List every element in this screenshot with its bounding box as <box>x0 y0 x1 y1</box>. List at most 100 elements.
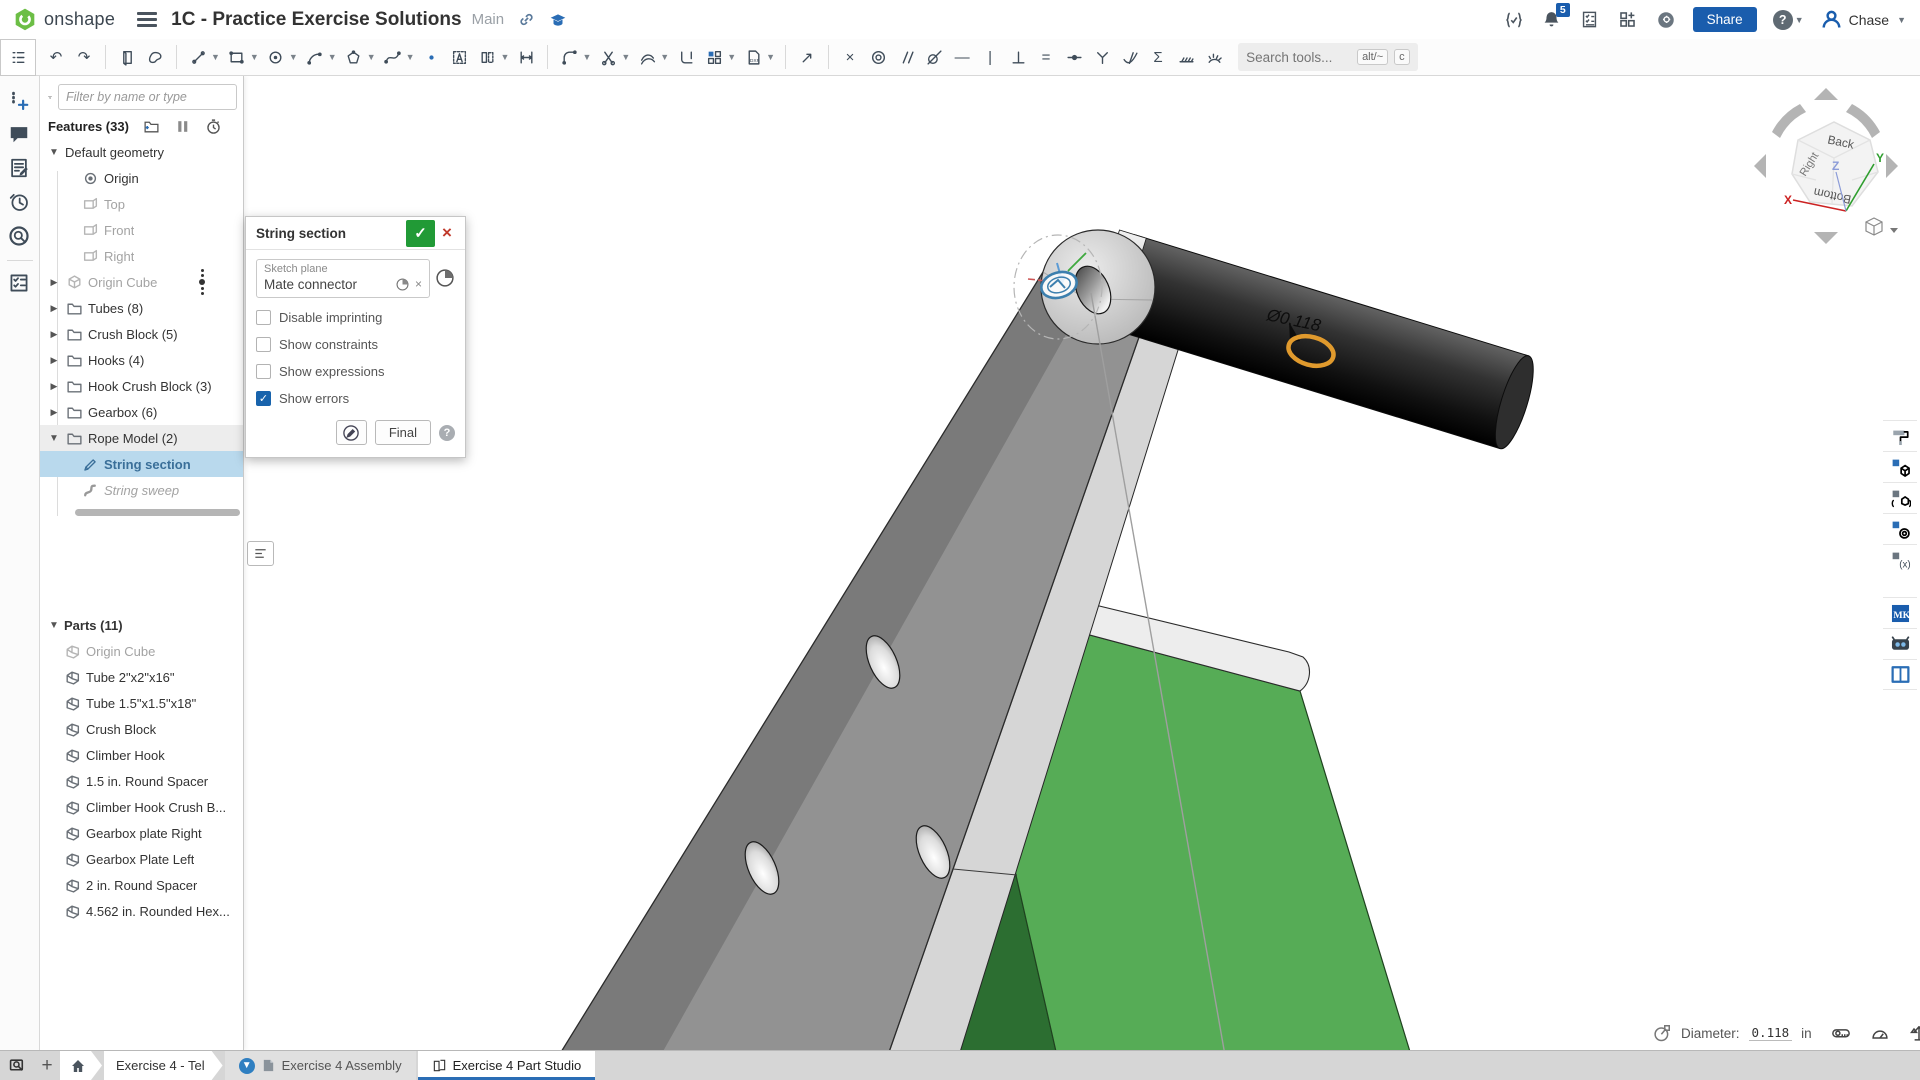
featurescript-icon[interactable] <box>1503 9 1525 31</box>
trim-tool-dropdown-caret-icon[interactable]: ▼ <box>621 52 630 62</box>
checkbox-checked-icon[interactable]: ✓ <box>256 391 271 406</box>
notifications-bell-icon[interactable]: 5 <box>1541 9 1563 31</box>
circle-tool-icon[interactable] <box>264 42 288 72</box>
part-row-4-562-in-rounded-hex[interactable]: 4.562 in. Rounded Hex... <box>40 898 243 924</box>
text-tool-icon[interactable] <box>448 42 472 72</box>
notes-icon[interactable] <box>8 157 32 181</box>
tab-exercise-4-part-studio[interactable]: Exercise 4 Part Studio <box>418 1051 596 1080</box>
dialog-help-icon[interactable]: ? <box>439 425 455 441</box>
context-menu-button[interactable] <box>247 541 274 566</box>
feature-row-origin[interactable]: Origin <box>40 165 243 191</box>
dialog-close-button[interactable]: × <box>435 221 459 245</box>
regenerate-time-icon[interactable] <box>205 118 222 135</box>
chevron-right-icon[interactable]: ▶ <box>48 329 60 340</box>
rollback-handle-icon[interactable] <box>199 268 205 296</box>
feature-row-right[interactable]: Right <box>40 243 243 269</box>
variables-icon[interactable]: (x) <box>1883 544 1917 575</box>
search-tools-box[interactable]: alt/~ c <box>1238 43 1418 71</box>
configurations-icon[interactable] <box>1883 482 1917 513</box>
render-studio-icon[interactable] <box>1883 513 1917 544</box>
tab-exercise-4-tel[interactable]: Exercise 4 - Tel <box>104 1051 223 1080</box>
rollback-bar[interactable] <box>75 509 240 516</box>
mirror-tool-icon[interactable] <box>476 42 500 72</box>
help-menu[interactable]: ? ▼ <box>1773 10 1804 30</box>
documentation-panel-icon[interactable] <box>1883 659 1917 690</box>
line-tool-icon[interactable] <box>186 42 210 72</box>
arc-tool-icon[interactable] <box>303 42 327 72</box>
spline-tool-icon[interactable] <box>381 42 405 72</box>
vertical-constraint-icon[interactable]: | <box>978 42 1002 72</box>
trim-tool-icon[interactable] <box>596 42 620 72</box>
app-store-icon[interactable] <box>1617 9 1639 31</box>
main-menu-icon[interactable] <box>137 9 157 31</box>
part-row-climber-hook-crush-b[interactable]: Climber Hook Crush B... <box>40 794 243 820</box>
viewcube-rotate-left[interactable] <box>1754 154 1766 178</box>
normal-constraint-icon[interactable] <box>1118 42 1142 72</box>
viewcube-rotate-up[interactable] <box>1814 88 1838 100</box>
user-menu[interactable]: Chase ▼ <box>1820 8 1906 31</box>
tab-exercise-4-assembly[interactable]: ▼ Exercise 4 Assembly <box>225 1051 416 1080</box>
chevron-down-icon[interactable]: ▼ <box>48 433 60 444</box>
scale-balance-icon[interactable] <box>1909 1023 1920 1043</box>
point-tool-icon[interactable] <box>420 42 444 72</box>
comment-icon[interactable] <box>8 123 32 147</box>
pattern-u-tool-icon[interactable] <box>674 42 698 72</box>
part-row-climber-hook[interactable]: Climber Hook <box>40 742 243 768</box>
parts-chevron-icon[interactable]: ▼ <box>48 620 60 631</box>
measure-tape-icon[interactable] <box>1831 1023 1851 1043</box>
viewcube-rotate-down[interactable] <box>1814 232 1838 244</box>
sketch-icon[interactable] <box>143 42 167 72</box>
feature-row-hooks-4[interactable]: ▶Hooks (4) <box>40 347 243 373</box>
sketch-plane-field[interactable]: Sketch plane Mate connector × <box>256 259 430 298</box>
spline-tool-dropdown-caret-icon[interactable]: ▼ <box>406 52 415 62</box>
midpoint-constraint-icon[interactable] <box>1062 42 1086 72</box>
option-show-expressions[interactable]: Show expressions <box>256 364 455 379</box>
pattern-sigma-constraint-icon[interactable]: Σ <box>1146 42 1170 72</box>
diameter-value[interactable]: 0.118 <box>1749 1025 1793 1041</box>
add-mate-connector-button[interactable] <box>435 268 455 288</box>
learning-assistant-icon[interactable] <box>1655 9 1677 31</box>
model-viewport[interactable]: Ø0.118 <box>0 0 1920 1080</box>
concentric-constraint-icon[interactable] <box>866 42 890 72</box>
feature-filter-input[interactable] <box>58 84 237 110</box>
feature-row-front[interactable]: Front <box>40 217 243 243</box>
custom-tables-icon[interactable] <box>1883 451 1917 482</box>
feature-list-toggle-icon[interactable] <box>0 39 36 76</box>
view-cube[interactable]: Back Right Bottom X Y Z <box>1748 80 1920 252</box>
part-row-gearbox-plate-right[interactable]: Gearbox plate Right <box>40 820 243 846</box>
robot-app-icon[interactable] <box>1883 628 1917 659</box>
checkbox-unchecked-icon[interactable] <box>256 337 271 352</box>
part-row-2-in-round-spacer[interactable]: 2 in. Round Spacer <box>40 872 243 898</box>
home-tab[interactable] <box>60 1051 102 1080</box>
pattern-grid-tool-dropdown-caret-icon[interactable]: ▼ <box>727 52 736 62</box>
clear-selection-icon[interactable]: × <box>415 277 422 292</box>
perpendicular-constraint-icon[interactable] <box>1006 42 1030 72</box>
suppress-pause-icon[interactable] <box>174 118 191 135</box>
add-tab-button[interactable]: + <box>34 1051 60 1080</box>
offset-tool-icon[interactable] <box>635 42 659 72</box>
mass-properties-icon[interactable] <box>1870 1023 1890 1043</box>
feature-row-crush-block-5[interactable]: ▶Crush Block (5) <box>40 321 243 347</box>
insert-item-icon[interactable] <box>8 89 32 113</box>
arc-tool-dropdown-caret-icon[interactable]: ▼ <box>328 52 337 62</box>
feature-row-origin-cube[interactable]: ▶Origin Cube <box>40 269 243 295</box>
help-icon[interactable]: ? <box>1773 10 1793 30</box>
history-icon[interactable] <box>8 191 32 215</box>
symmetric-constraint-icon[interactable] <box>1090 42 1114 72</box>
part-row-tube-1-5-x1-5-x18[interactable]: Tube 1.5"x1.5"x18" <box>40 690 243 716</box>
feature-row-string-section[interactable]: String section <box>40 451 243 477</box>
new-folder-icon[interactable] <box>143 118 160 135</box>
chevron-right-icon[interactable]: ▶ <box>48 407 60 418</box>
chevron-right-icon[interactable]: ▶ <box>48 303 60 314</box>
offset-tool-dropdown-caret-icon[interactable]: ▼ <box>660 52 669 62</box>
share-button[interactable]: Share <box>1693 7 1757 32</box>
onshape-logo[interactable]: onshape <box>12 7 115 33</box>
learning-center-icon[interactable] <box>549 11 567 29</box>
pattern-grid-tool-icon[interactable] <box>702 42 726 72</box>
part-row-tube-2-x2-x16[interactable]: Tube 2"x2"x16" <box>40 664 243 690</box>
fillet-tool-icon[interactable] <box>557 42 581 72</box>
chevron-down-icon[interactable]: ▼ <box>48 147 60 158</box>
dxf-import-tool-icon[interactable]: DXF <box>741 42 765 72</box>
feature-row-tubes-8[interactable]: ▶Tubes (8) <box>40 295 243 321</box>
feature-row-gearbox-6[interactable]: ▶Gearbox (6) <box>40 399 243 425</box>
